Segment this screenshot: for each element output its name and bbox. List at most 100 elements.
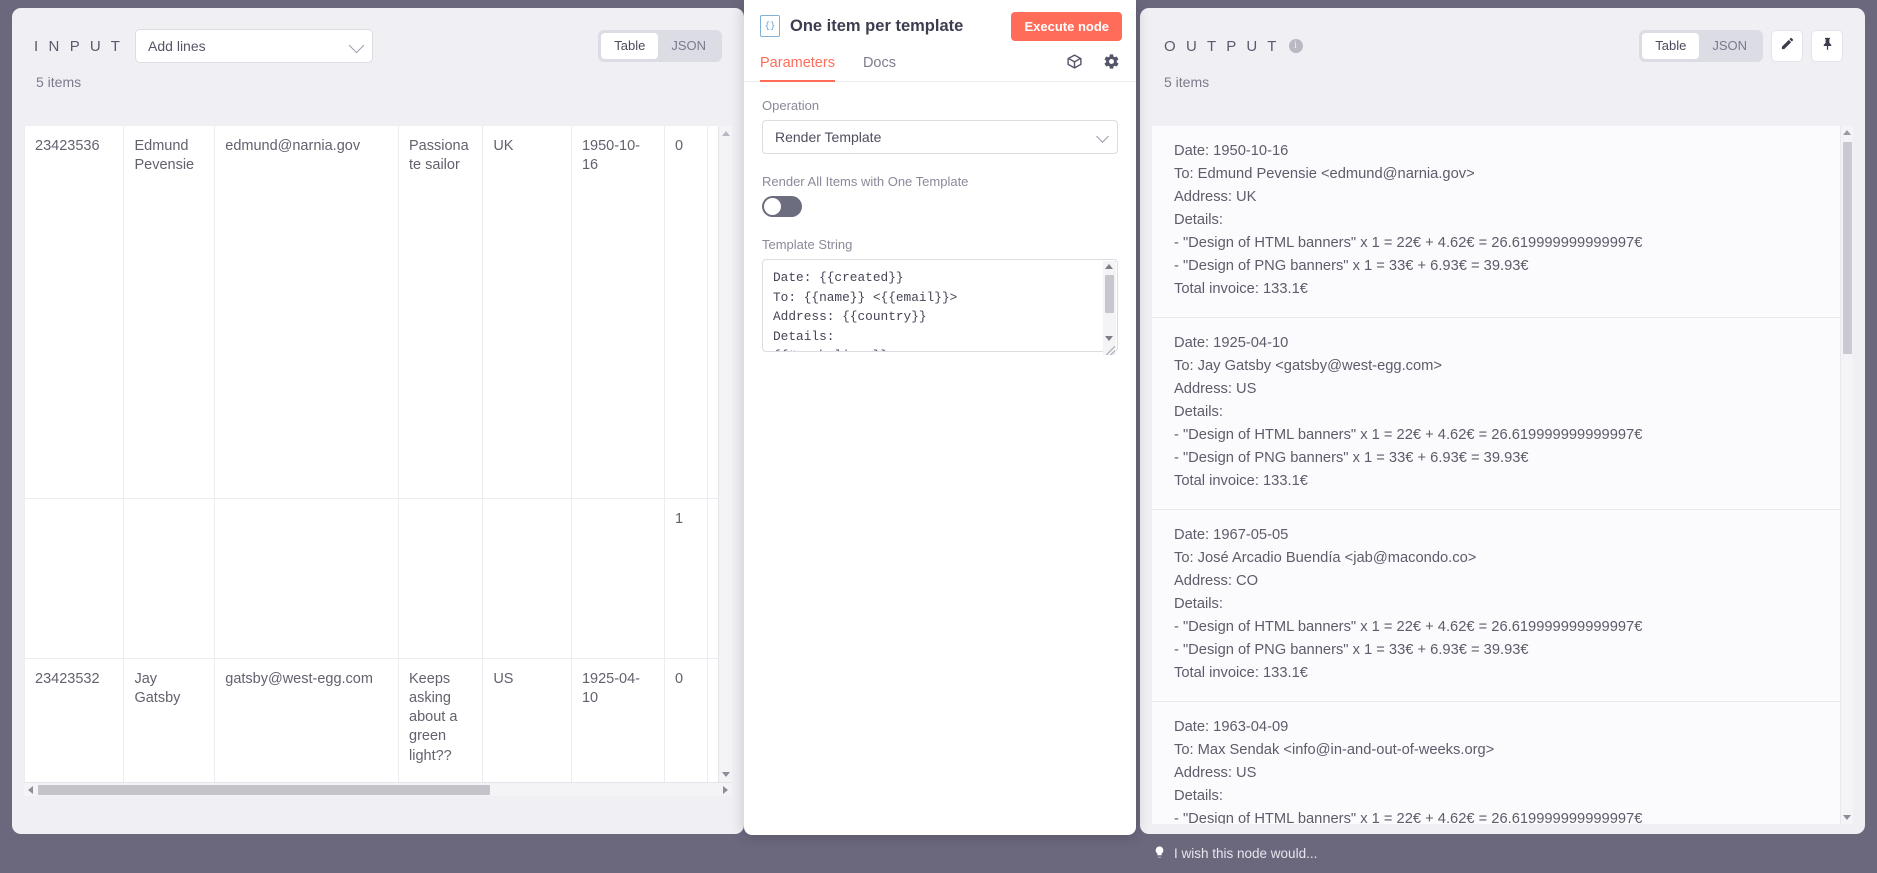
cell-email (215, 498, 399, 658)
cell-notes (399, 498, 483, 658)
cube-icon[interactable] (1066, 53, 1083, 70)
output-scroll-thumb[interactable] (1843, 142, 1852, 354)
operation-value: Render Template (775, 129, 881, 145)
edit-output-button[interactable] (1771, 30, 1803, 62)
node-tab-bar: Parameters Docs (744, 42, 1136, 82)
output-vertical-scrollbar[interactable] (1840, 126, 1853, 824)
input-panel: I N P U T Add lines Table JSON 5 items 2… (12, 8, 744, 834)
scroll-right-arrow-icon[interactable] (723, 786, 728, 794)
operation-field-group: Operation Render Template (762, 98, 1118, 154)
output-line: Address: US (1174, 762, 1831, 785)
cell-country (483, 498, 572, 658)
code-braces-document-icon: {} (760, 15, 780, 37)
output-line: - "Design of HTML banners" x 1 = 22€ + 4… (1174, 616, 1831, 639)
scroll-down-arrow-icon[interactable] (722, 772, 730, 777)
output-line: - "Design of PNG banners" x 1 = 33€ + 6.… (1174, 447, 1831, 470)
bottom-bar: I wish this node would... (0, 834, 1877, 873)
node-header: {} One item per template Execute node (744, 0, 1136, 42)
input-view-json-button[interactable]: JSON (658, 33, 719, 59)
output-line: - "Design of PNG banners" x 1 = 33€ + 6.… (1174, 639, 1831, 662)
input-source-select[interactable]: Add lines (135, 29, 373, 63)
wish-text: I wish this node would... (1174, 846, 1317, 861)
node-feedback-prompt[interactable]: I wish this node would... (1153, 845, 1317, 863)
output-view-toggle: Table JSON (1639, 30, 1763, 62)
cell-num: 0 (664, 658, 707, 796)
info-icon[interactable]: i (1289, 39, 1303, 53)
output-panel: O U T P U T i Table JSON (1140, 8, 1865, 834)
edit-pencil-icon (1780, 36, 1795, 56)
scroll-down-arrow-icon[interactable] (1843, 815, 1851, 820)
output-line: To: Jay Gatsby <gatsby@west-egg.com> (1174, 355, 1831, 378)
cell-id (25, 498, 124, 658)
output-line: Date: 1963-04-09 (1174, 716, 1831, 739)
output-list: Date: 1950-10-16 To: Edmund Pevensie <ed… (1152, 126, 1853, 824)
output-view-table-button[interactable]: Table (1642, 33, 1699, 59)
output-line: To: Edmund Pevensie <edmund@narnia.gov> (1174, 163, 1831, 186)
output-line: - "Design of PNG banners" x 1 = 33€ + 6.… (1174, 255, 1831, 278)
scroll-up-arrow-icon[interactable] (1105, 264, 1113, 269)
output-line: - "Design of HTML banners" x 1 = 22€ + 4… (1174, 424, 1831, 447)
resize-grip-icon[interactable] (1106, 346, 1115, 355)
node-parameters-body: Operation Render Template Render All Ite… (744, 82, 1136, 357)
tab-parameters[interactable]: Parameters (760, 42, 835, 82)
horizontal-scroll-thumb[interactable] (38, 785, 490, 795)
pin-icon (1820, 36, 1835, 56)
cell-notes: Passionate sailor (399, 126, 483, 498)
table-row[interactable]: 1 (25, 498, 732, 658)
output-line: - "Design of HTML banners" x 1 = 22€ + 4… (1174, 232, 1831, 255)
cell-notes: Keeps asking about a green light?? (399, 658, 483, 796)
cell-created: 1925-04-10 (571, 658, 664, 796)
list-item[interactable]: Date: 1950-10-16 To: Edmund Pevensie <ed… (1152, 126, 1853, 318)
output-line: To: Max Sendak <info@in-and-out-of-weeks… (1174, 739, 1831, 762)
gear-icon[interactable] (1103, 53, 1120, 70)
scroll-down-arrow-icon[interactable] (1105, 336, 1113, 341)
output-line: Date: 1950-10-16 (1174, 140, 1831, 163)
list-item[interactable]: Date: 1925-04-10 To: Jay Gatsby <gatsby@… (1152, 318, 1853, 510)
cell-id: 23423532 (25, 658, 124, 796)
template-scroll-thumb[interactable] (1105, 275, 1114, 313)
cell-email: gatsby@west-egg.com (215, 658, 399, 796)
table-row[interactable]: 23423532 Jay Gatsby gatsby@west-egg.com … (25, 658, 732, 796)
cell-name (124, 498, 215, 658)
tab-docs[interactable]: Docs (863, 42, 896, 82)
input-items-count: 5 items (12, 64, 744, 90)
list-item[interactable]: Date: 1963-04-09 To: Max Sendak <info@in… (1152, 702, 1853, 824)
output-line: Total invoice: 133.1€ (1174, 470, 1831, 493)
operation-select[interactable]: Render Template (762, 120, 1118, 154)
input-vertical-scrollbar[interactable] (718, 126, 732, 782)
input-table: 23423536 Edmund Pevensie edmund@narnia.g… (24, 126, 732, 796)
cell-name: Jay Gatsby (124, 658, 215, 796)
pin-output-button[interactable] (1811, 30, 1843, 62)
cell-id: 23423536 (25, 126, 124, 498)
scroll-up-arrow-icon[interactable] (1843, 130, 1851, 135)
input-horizontal-scrollbar[interactable] (24, 782, 732, 796)
output-line: Address: US (1174, 378, 1831, 401)
output-line: Date: 1925-04-10 (1174, 332, 1831, 355)
output-line: Details: (1174, 785, 1831, 808)
scroll-left-arrow-icon[interactable] (28, 786, 33, 794)
render-all-toggle[interactable] (762, 196, 802, 217)
lightbulb-icon (1153, 845, 1166, 863)
list-item[interactable]: Date: 1967-05-05 To: José Arcadio Buendí… (1152, 510, 1853, 702)
output-view-json-button[interactable]: JSON (1699, 33, 1760, 59)
cell-created (571, 498, 664, 658)
cell-email: edmund@narnia.gov (215, 126, 399, 498)
scroll-up-arrow-icon[interactable] (722, 131, 730, 136)
output-line: - "Design of HTML banners" x 1 = 22€ + 4… (1174, 808, 1831, 824)
cell-country: UK (483, 126, 572, 498)
execute-node-button[interactable]: Execute node (1011, 12, 1122, 41)
template-scrollbar[interactable] (1103, 261, 1116, 355)
table-row[interactable]: 23423536 Edmund Pevensie edmund@narnia.g… (25, 126, 732, 498)
output-line: Address: CO (1174, 570, 1831, 593)
output-line: Details: (1174, 209, 1831, 232)
output-line: Details: (1174, 401, 1831, 424)
input-header: I N P U T Add lines Table JSON (12, 8, 744, 64)
output-title: O U T P U T (1164, 38, 1280, 55)
template-string-input[interactable] (762, 259, 1118, 352)
output-line: Address: UK (1174, 186, 1831, 209)
input-view-table-button[interactable]: Table (601, 33, 658, 59)
output-line: To: José Arcadio Buendía <jab@macondo.co… (1174, 547, 1831, 570)
output-line: Total invoice: 133.1€ (1174, 278, 1831, 301)
output-items-count: 5 items (1140, 64, 1865, 90)
input-view-toggle: Table JSON (598, 30, 722, 62)
